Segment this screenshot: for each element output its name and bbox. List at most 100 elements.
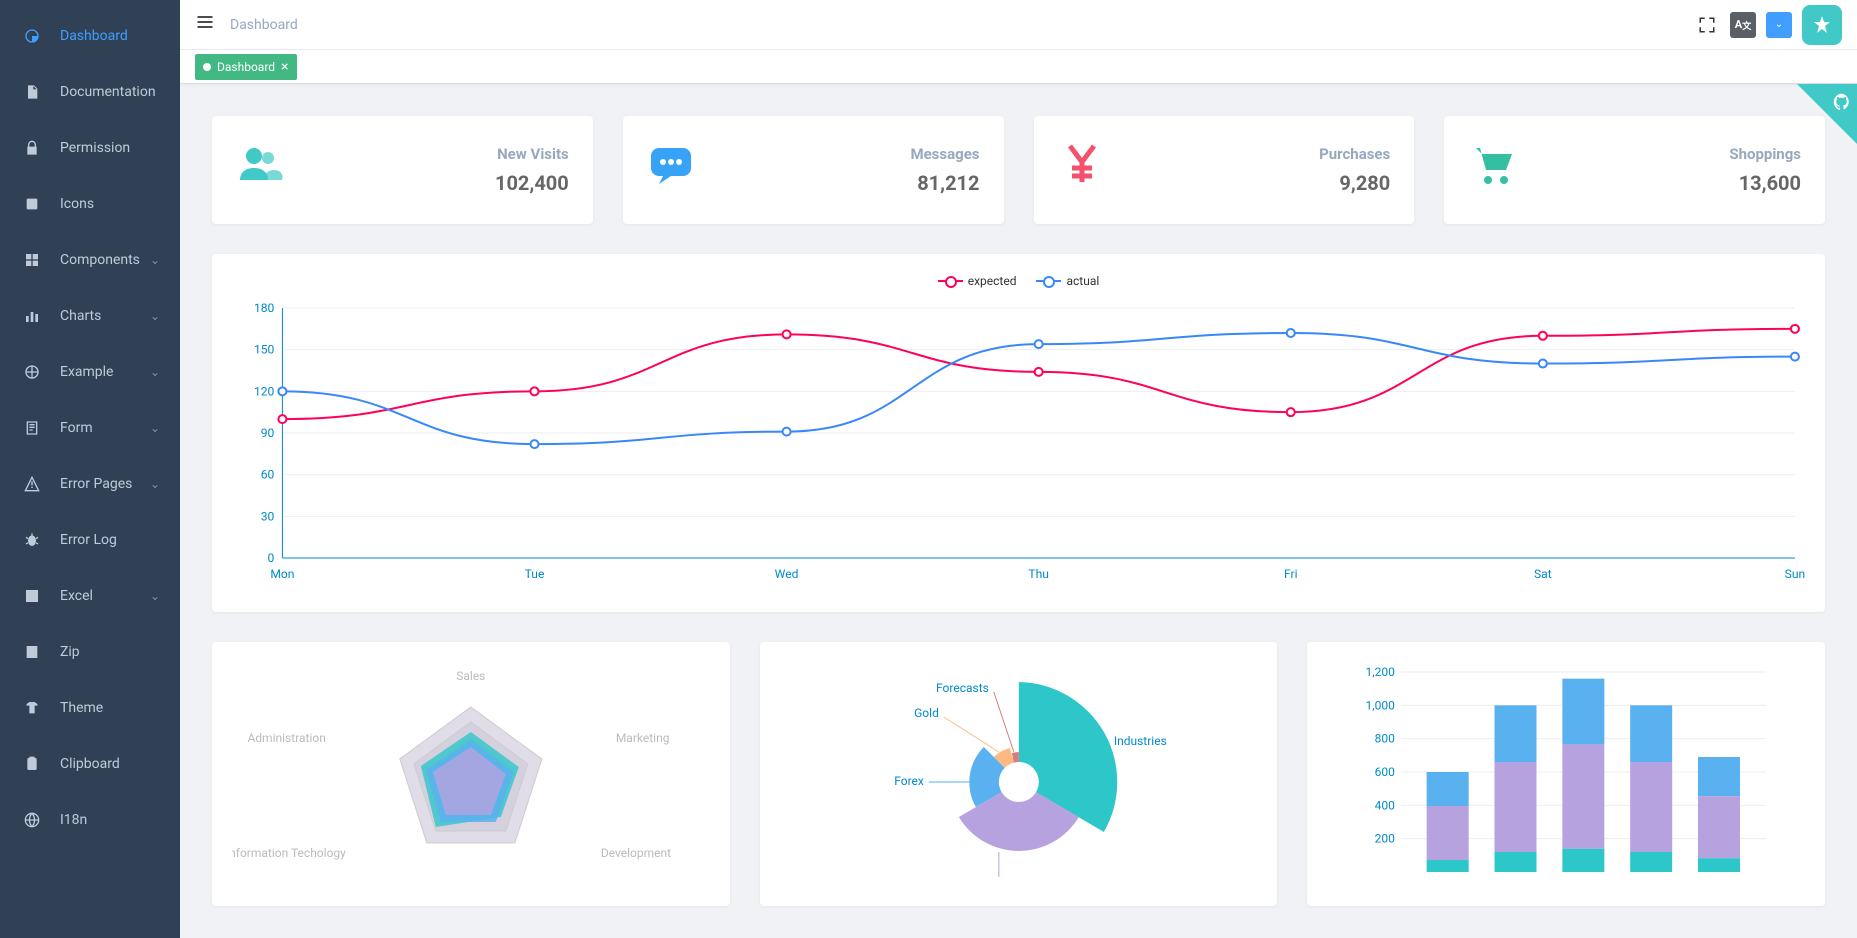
svg-text:1,000: 1,000	[1366, 698, 1396, 712]
stat-card-messages[interactable]: Messages 81,212	[623, 116, 1004, 224]
svg-text:30: 30	[261, 509, 275, 523]
svg-text:1,200: 1,200	[1366, 665, 1396, 679]
sidebar-item-label: Dashboard	[60, 28, 128, 44]
cart-icon	[1468, 140, 1516, 200]
navbar: Dashboard A文 ⌄	[180, 0, 1857, 50]
zip-icon	[20, 644, 44, 660]
sidebar-item-i18n[interactable]: I18n	[0, 792, 180, 848]
svg-text:600: 600	[1375, 765, 1395, 779]
svg-text:Sales: Sales	[456, 669, 485, 683]
sidebar-item-permission[interactable]: Permission	[0, 120, 180, 176]
sidebar-item-zip[interactable]: Zip	[0, 624, 180, 680]
error-icon	[20, 476, 44, 492]
stat-value: 9,280	[1319, 171, 1390, 195]
pie-chart[interactable]: Industries Forex Gold Forecasts	[780, 662, 1258, 882]
form-icon	[20, 420, 44, 436]
sidebar-item-excel[interactable]: Excel ⌄	[0, 568, 180, 624]
chart-icon	[20, 308, 44, 324]
fullscreen-icon[interactable]	[1694, 12, 1720, 38]
theme-icon	[20, 700, 44, 716]
chevron-down-icon: ⌄	[150, 421, 160, 435]
stat-card-shoppings[interactable]: Shoppings 13,600	[1444, 116, 1825, 224]
sidebar-item-icons[interactable]: Icons	[0, 176, 180, 232]
sidebar-item-documentation[interactable]: Documentation	[0, 64, 180, 120]
size-button[interactable]: ⌄	[1766, 12, 1792, 38]
sidebar-item-theme[interactable]: Theme	[0, 680, 180, 736]
legend-expected[interactable]: expected	[938, 274, 1017, 288]
sidebar-item-label: Components	[60, 252, 140, 268]
sidebar-item-label: Clipboard	[60, 756, 120, 772]
money-icon	[1058, 140, 1106, 200]
svg-text:180: 180	[254, 301, 275, 315]
stat-label: Purchases	[1319, 145, 1390, 163]
svg-text:120: 120	[254, 384, 275, 398]
svg-text:90: 90	[261, 426, 275, 440]
sidebar-item-label: I18n	[60, 812, 87, 828]
stat-card-purchases[interactable]: Purchases 9,280	[1034, 116, 1415, 224]
tab-dashboard[interactable]: Dashboard ×	[195, 54, 297, 80]
clipboard-icon	[20, 756, 44, 772]
svg-text:Information Techology: Information Techology	[232, 846, 346, 860]
language-button[interactable]: A文	[1730, 12, 1756, 38]
line-chart[interactable]: 0306090120150180MonTueWedThuFriSatSun	[232, 298, 1805, 588]
hamburger-icon[interactable]	[195, 12, 215, 37]
sidebar-item-example[interactable]: Example ⌄	[0, 344, 180, 400]
sidebar-item-label: Form	[60, 420, 93, 436]
tag-dot-icon	[203, 63, 211, 71]
svg-text:Mon: Mon	[270, 567, 294, 581]
svg-text:150: 150	[254, 343, 275, 357]
message-icon	[647, 140, 695, 200]
stat-label: New Visits	[495, 145, 569, 163]
radar-chart[interactable]: Sales Marketing Development Information …	[232, 662, 710, 882]
chevron-down-icon: ⌄	[150, 365, 160, 379]
close-icon[interactable]: ×	[281, 59, 288, 75]
svg-text:Wed: Wed	[775, 567, 799, 581]
lock-icon	[20, 140, 44, 156]
sidebar-item-label: Documentation	[60, 84, 156, 100]
sidebar-item-label: Charts	[60, 308, 101, 324]
icons-icon	[20, 196, 44, 212]
tag-label: Dashboard	[217, 60, 275, 74]
sidebar-item-label: Error Log	[60, 532, 117, 548]
svg-text:Gold: Gold	[914, 706, 939, 720]
pie-chart-panel: Industries Forex Gold Forecasts	[760, 642, 1278, 906]
sidebar-item-error-log[interactable]: Error Log	[0, 512, 180, 568]
svg-text:Administration: Administration	[247, 731, 325, 745]
sidebar-item-charts[interactable]: Charts ⌄	[0, 288, 180, 344]
svg-text:Forex: Forex	[894, 774, 924, 788]
svg-text:Development: Development	[601, 846, 671, 860]
svg-text:Marketing: Marketing	[616, 731, 670, 745]
svg-text:0: 0	[268, 551, 275, 565]
sidebar-item-components[interactable]: Components ⌄	[0, 232, 180, 288]
chevron-down-icon: ⌄	[150, 253, 160, 267]
chevron-down-icon: ⌄	[150, 589, 160, 603]
sidebar-item-label: Theme	[60, 700, 103, 716]
sidebar-item-error-pages[interactable]: Error Pages ⌄	[0, 456, 180, 512]
sidebar-item-label: Excel	[60, 588, 93, 604]
sidebar-item-form[interactable]: Form ⌄	[0, 400, 180, 456]
sidebar-item-clipboard[interactable]: Clipboard	[0, 736, 180, 792]
stat-value: 13,600	[1729, 171, 1801, 195]
doc-icon	[20, 84, 44, 100]
legend-actual[interactable]: actual	[1036, 274, 1099, 288]
sidebar-item-label: Example	[60, 364, 113, 380]
sidebar: Dashboard Documentation Permission Icons…	[0, 0, 180, 938]
stat-value: 81,212	[910, 171, 979, 195]
sidebar-item-dashboard[interactable]: Dashboard	[0, 8, 180, 64]
chevron-down-icon: ⌄	[150, 477, 160, 491]
svg-text:Forecasts: Forecasts	[936, 681, 989, 695]
line-chart-legend: expected actual	[232, 274, 1805, 288]
github-corner[interactable]	[1797, 84, 1857, 144]
svg-text:Thu: Thu	[1028, 567, 1049, 581]
sidebar-item-label: Error Pages	[60, 476, 132, 492]
bar-chart[interactable]: 2004006008001,0001,200	[1327, 662, 1805, 882]
svg-text:Industries: Industries	[1113, 734, 1166, 748]
stat-label: Messages	[910, 145, 979, 163]
sidebar-item-label: Zip	[60, 644, 80, 660]
sidebar-item-label: Icons	[60, 196, 94, 212]
tags-bar: Dashboard ×	[180, 50, 1857, 84]
excel-icon	[20, 588, 44, 604]
avatar[interactable]	[1802, 5, 1842, 45]
svg-text:Fri: Fri	[1284, 567, 1298, 581]
stat-card-visits[interactable]: New Visits 102,400	[212, 116, 593, 224]
